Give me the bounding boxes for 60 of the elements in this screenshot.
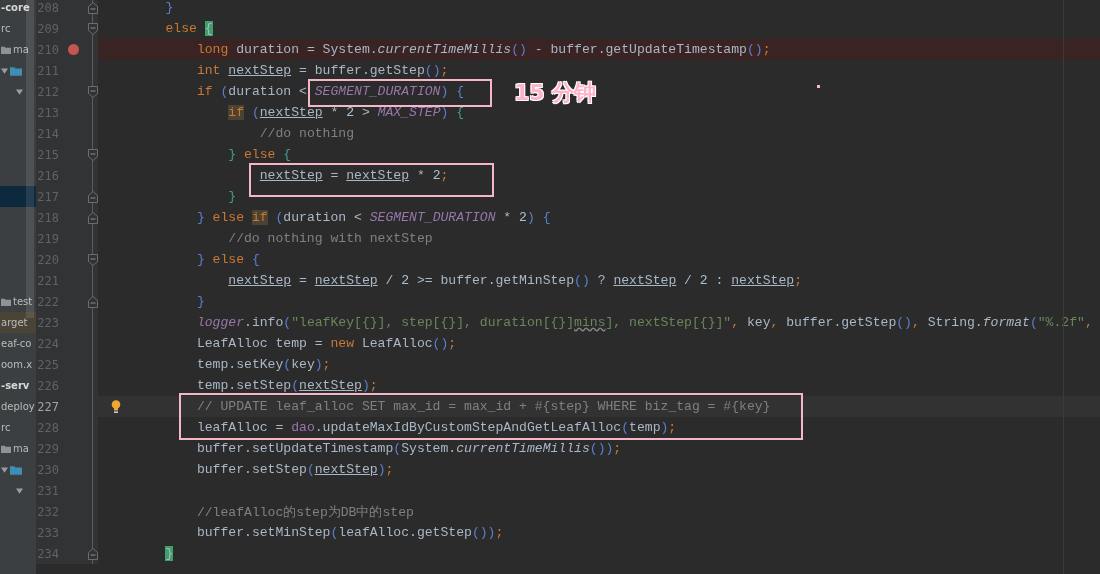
code-line: }: [164, 0, 174, 15]
lightbulb-icon[interactable]: [111, 400, 121, 413]
code-line: if (nextStep * 2 > MAX_STEP) {: [227, 105, 465, 120]
code-line: int nextStep = buffer.getStep();: [195, 63, 449, 78]
line-number: 227: [36, 399, 59, 414]
code-line: temp.setStep(nextStep);: [195, 378, 378, 393]
code-line: buffer.setMinStep(leafAlloc.getStep());: [195, 525, 504, 540]
tree-item[interactable]: arget: [1, 317, 28, 328]
code-line: } else {: [195, 252, 260, 267]
fold-icon[interactable]: [87, 253, 98, 266]
code-line: leafAlloc = dao.updateMaxIdByCustomStepAndGetLeafAlloc(temp);: [195, 420, 677, 435]
code-line: }: [195, 294, 205, 309]
fold-icon[interactable]: [87, 211, 98, 224]
code-line: long duration = System.currentTimeMillis() - buffer.getUpdateTimestamp();: [195, 42, 771, 57]
code-line: nextStep = nextStep * 2;: [258, 168, 449, 183]
fold-icon[interactable]: [87, 295, 98, 308]
tree-row[interactable]: [0, 186, 36, 207]
folder-icon: [1, 45, 11, 54]
folder-icon: [10, 65, 22, 76]
code-line: if (duration < SEGMENT_DURATION) {: [195, 84, 465, 99]
tree-item[interactable]: test: [13, 296, 33, 307]
code-line: buffer.setStep(nextStep);: [195, 462, 394, 477]
tree-item[interactable]: ma: [13, 44, 29, 55]
annotation-label: 15 分钟: [514, 79, 597, 107]
tree-item[interactable]: eaf-co: [1, 338, 32, 349]
folder-icon: [10, 464, 22, 475]
tree-item[interactable]: rc: [1, 23, 11, 34]
fold-icon[interactable]: [87, 547, 98, 560]
folder-icon: [1, 444, 11, 453]
breakpoint-icon[interactable]: [67, 44, 79, 55]
tree-item[interactable]: -serv: [1, 380, 30, 391]
code-line: }: [227, 189, 237, 204]
fold-icon[interactable]: [87, 148, 98, 161]
code-line: buffer.setUpdateTimestamp(System.currentTimeMillis());: [195, 441, 622, 456]
fold-icon[interactable]: [87, 22, 98, 35]
fold-icon[interactable]: [87, 190, 98, 203]
tree-item[interactable]: ma: [13, 443, 29, 454]
code-line: else {: [164, 21, 213, 36]
caret-icon[interactable]: [1, 466, 8, 473]
code-line: } else if (duration < SEGMENT_DURATION * 2) {: [195, 210, 551, 225]
tree-item[interactable]: oom.x: [1, 359, 33, 370]
code-line: temp.setKey(key);: [195, 357, 331, 372]
caret-icon[interactable]: [16, 88, 23, 95]
caret-icon[interactable]: [1, 67, 8, 74]
code-line: logger.info("leafKey[{}], step[{}], duration[{}]mins], nextStep[{}]", key, buffer.getStep(), String.format("%.2f",: [195, 315, 1093, 330]
tree-item[interactable]: deploy: [1, 401, 35, 412]
caret-icon[interactable]: [16, 487, 23, 494]
tree-item[interactable]: -core: [1, 2, 30, 13]
code-line: } else {: [227, 147, 292, 162]
tree-item[interactable]: rc: [1, 422, 11, 433]
code-line: LeafAlloc temp = new LeafAlloc();: [195, 336, 457, 351]
code-line: nextStep = nextStep / 2 >= buffer.getMinStep() ? nextStep / 2 : nextStep;: [227, 273, 802, 288]
code-line: //do nothing with nextStep: [227, 231, 433, 246]
fold-icon[interactable]: [87, 85, 98, 98]
folder-icon: [1, 297, 11, 306]
code-line: //leafAlloc的step为DB中的step: [195, 503, 414, 521]
code-line: //do nothing: [258, 126, 355, 141]
code-line: // UPDATE leaf_alloc SET max_id = max_id + #{step} WHERE biz_tag = #{key}: [195, 399, 771, 414]
fold-icon[interactable]: [87, 1, 98, 14]
tree-row[interactable]: arget: [0, 312, 36, 333]
